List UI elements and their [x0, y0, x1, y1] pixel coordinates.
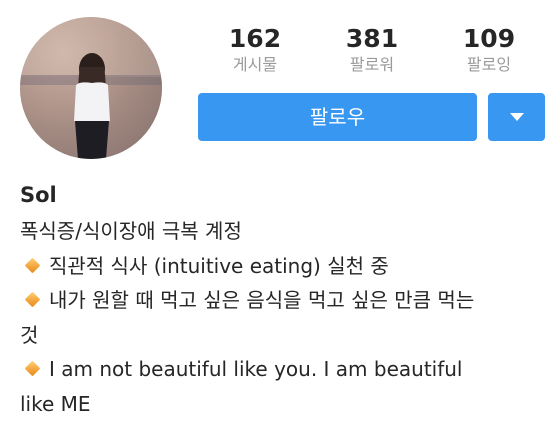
bio-text: 폭식증/식이장애 극복 계정 — [20, 219, 242, 243]
bio-line: 내가 원할 때 먹고 싶은 음식을 먹고 싶은 만큼 먹는 — [20, 283, 550, 318]
bio-text: 직관적 식사 (intuitive eating) 실천 중 — [49, 253, 389, 278]
stat-followers-label: 팔로워 — [349, 55, 395, 74]
orange-diamond-icon — [24, 360, 41, 377]
stat-followers[interactable]: 381 팔로워 — [317, 24, 427, 76]
stat-posts-label: 게시물 — [232, 55, 278, 74]
stat-posts[interactable]: 162 게시물 — [200, 24, 310, 76]
profile-avatar[interactable] — [20, 17, 162, 159]
bio-line: 폭식증/식이장애 극복 계정 — [20, 214, 550, 249]
stat-posts-count: 162 — [228, 24, 282, 53]
profile-name: Sol — [20, 183, 57, 207]
follow-button[interactable]: 팔로우 — [198, 93, 477, 141]
orange-diamond-icon — [24, 257, 41, 273]
avatar-photo — [20, 17, 162, 159]
stat-following[interactable]: 109 팔로잉 — [434, 24, 544, 76]
bio-line: like ME — [20, 387, 550, 422]
profile-bio: 폭식증/식이장애 극복 계정 직관적 식사 (intuitive eating)… — [20, 214, 550, 421]
bio-text: I am not beautiful like you. I am beauti… — [49, 357, 463, 381]
bio-line: 직관적 식사 (intuitive eating) 실천 중 — [20, 249, 550, 284]
bio-line: 것 — [20, 318, 550, 353]
bio-text: 내가 원할 때 먹고 싶은 음식을 먹고 싶은 만큼 먹는 — [49, 288, 475, 312]
profile-stats: 162 게시물 381 팔로워 109 팔로잉 — [200, 24, 550, 84]
orange-diamond-icon — [24, 291, 41, 308]
stat-following-count: 109 — [462, 24, 516, 53]
stat-following-label: 팔로잉 — [466, 55, 512, 74]
suggestions-dropdown-button[interactable] — [488, 93, 545, 141]
stat-followers-count: 381 — [345, 24, 399, 53]
chevron-down-icon — [510, 113, 524, 121]
bio-text: 것 — [20, 322, 39, 347]
bio-line: I am not beautiful like you. I am beauti… — [20, 352, 550, 387]
bio-text: like ME — [20, 391, 91, 416]
